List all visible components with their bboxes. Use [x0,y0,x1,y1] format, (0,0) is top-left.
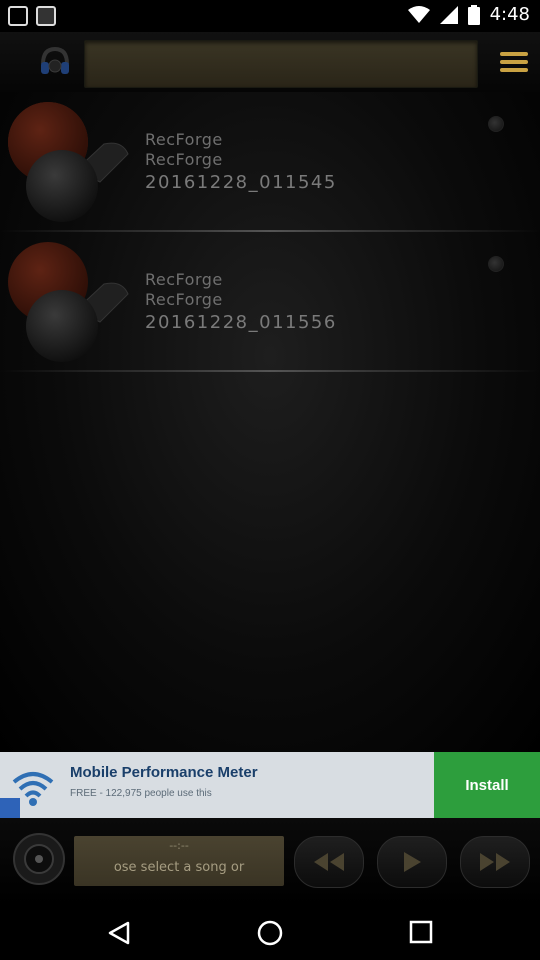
list-item[interactable]: RecForge RecForge 20161228_011545 [0,94,540,232]
ad-subtitle: FREE - 122,975 people use this [70,788,212,799]
status-time: 4:48 [489,4,530,25]
back-icon[interactable] [106,920,132,946]
recording-artist: RecForge [145,290,223,309]
play-button[interactable] [377,836,447,888]
recording-title: RecForge [145,130,223,149]
search-input[interactable] [84,40,478,88]
radio-icon[interactable] [488,116,504,132]
wifi-icon [407,5,430,23]
recording-title: RecForge [145,270,223,289]
next-button[interactable] [460,836,530,888]
disc-icon[interactable] [12,832,66,886]
divider [0,230,540,232]
ad-banner[interactable]: Mobile Performance Meter FREE - 122,975 … [0,752,540,818]
notification-icon [36,6,56,26]
battery-icon [467,4,480,25]
recording-name: 20161228_011556 [145,312,337,333]
list-item[interactable]: RecForge RecForge 20161228_011556 [0,234,540,372]
divider [0,370,540,372]
recents-icon[interactable] [409,920,433,944]
status-bar: 4:48 [0,0,540,32]
recording-artist: RecForge [145,150,223,169]
fast-forward-icon [480,853,510,871]
headphones-icon[interactable] [38,44,72,78]
recording-thumbnail-icon [8,242,129,362]
ad-choices-icon[interactable] [0,798,20,818]
now-playing-text: ose select a song or [113,860,245,875]
player-bar: --:-- ose select a song or [0,818,540,906]
now-playing-time: --:-- [169,839,189,852]
now-playing-display[interactable]: --:-- ose select a song or [74,836,284,886]
menu-icon[interactable] [500,52,528,76]
navigation-bar [0,906,540,960]
previous-button[interactable] [294,836,364,888]
radio-icon[interactable] [488,256,504,272]
recording-thumbnail-icon [8,102,129,222]
ad-title: Mobile Performance Meter [70,764,258,781]
rewind-icon [314,853,344,871]
signal-icon [439,5,458,24]
toolbar [0,32,540,92]
notification-icon [8,6,28,26]
play-icon [404,852,421,872]
install-button[interactable]: Install [434,752,540,818]
home-icon[interactable] [257,920,283,946]
recording-name: 20161228_011545 [145,172,337,193]
app-content: RecForge RecForge 20161228_011545 RecFor… [0,32,540,752]
